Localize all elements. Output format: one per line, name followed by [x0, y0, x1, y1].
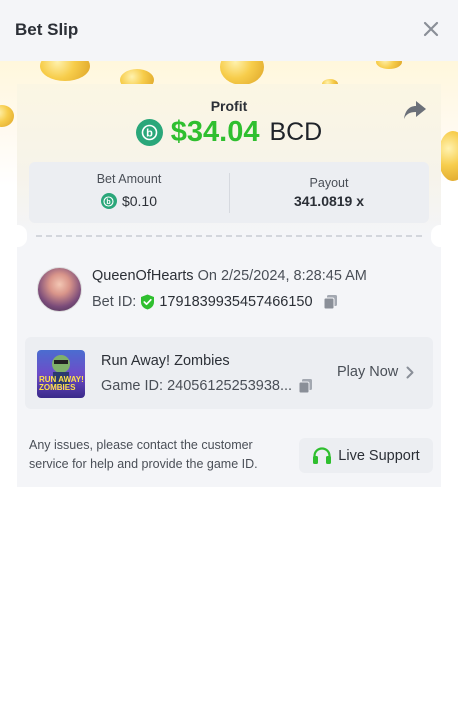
game-name: Run Away! Zombies — [101, 353, 230, 369]
ticket-notch-left — [9, 225, 27, 247]
bet-id-value: 1791839935457466150 — [159, 294, 313, 310]
coin-decoration — [40, 61, 90, 81]
svg-text:b: b — [107, 199, 111, 206]
game-thumbnail[interactable]: RUN AWAY! ZOMBIES — [37, 350, 85, 398]
ticket-notch-right — [431, 225, 449, 247]
profit-currency: BCD — [269, 118, 323, 146]
game-thumbnail-text: RUN AWAY! ZOMBIES — [39, 375, 84, 392]
coin-decoration — [220, 61, 264, 85]
payout-column: Payout 341.0819 x — [229, 162, 429, 223]
game-row[interactable]: RUN AWAY! ZOMBIES Run Away! Zombies Game… — [25, 337, 433, 409]
bet-amount-value-row: b $0.10 — [29, 193, 229, 209]
play-now-label: Play Now — [337, 364, 399, 380]
bet-amount-column: Bet Amount b $0.10 — [29, 162, 229, 223]
bet-amount-value: $0.10 — [121, 193, 158, 209]
payout-value: 341.0819 x — [293, 193, 365, 209]
bcd-coin-icon: b — [100, 193, 117, 209]
verified-shield-icon — [141, 294, 155, 310]
profit-row: b $34.04 BCD — [17, 116, 441, 149]
copy-icon[interactable] — [298, 378, 314, 394]
profit-amount: $34.04 — [170, 116, 260, 148]
game-id-row: Game ID: 24056125253938... — [101, 378, 314, 394]
coin-decoration — [0, 105, 14, 127]
chevron-right-icon — [406, 366, 414, 378]
live-support-button[interactable]: Live Support — [299, 438, 433, 473]
username[interactable]: QueenOfHearts — [92, 268, 194, 284]
headset-icon — [313, 446, 332, 464]
bet-amount-label: Bet Amount — [96, 172, 162, 186]
support-info-text: Any issues, please contact the customer … — [29, 438, 258, 471]
bet-slip-card: Profit b $34.04 BCD Bet Amount b $0.10 P… — [9, 84, 449, 487]
copy-icon[interactable] — [323, 294, 339, 310]
profit-label: Profit — [210, 98, 248, 114]
close-icon[interactable] — [421, 19, 441, 39]
coin-decoration — [376, 61, 402, 69]
play-now-button[interactable]: Play Now — [337, 364, 414, 380]
profit-section: Profit b $34.04 BCD Bet Amount b $0.10 P… — [17, 84, 441, 236]
payout-label: Payout — [309, 176, 349, 190]
bet-id-row: Bet ID: 1791839935457466150 — [92, 294, 339, 310]
user-line: QueenOfHearts On 2/25/2024, 8:28:45 AM — [92, 268, 367, 284]
bcd-coin-icon: b — [135, 119, 163, 146]
game-id-value: 24056125253938... — [167, 378, 293, 394]
bet-id-label: Bet ID: — [92, 294, 137, 310]
amounts-panel: Bet Amount b $0.10 Payout 341.0819 x — [29, 162, 429, 223]
dashed-divider — [36, 235, 422, 237]
svg-text:b: b — [146, 128, 153, 140]
share-icon[interactable] — [403, 100, 427, 120]
coin-decoration — [438, 131, 458, 181]
bet-timestamp: On 2/25/2024, 8:28:45 AM — [197, 268, 367, 284]
live-support-label: Live Support — [338, 447, 420, 464]
page-title: Bet Slip — [15, 20, 79, 39]
avatar[interactable] — [37, 267, 82, 312]
game-id-label: Game ID: — [101, 378, 164, 394]
bet-slip-header: Bet Slip — [0, 0, 458, 61]
